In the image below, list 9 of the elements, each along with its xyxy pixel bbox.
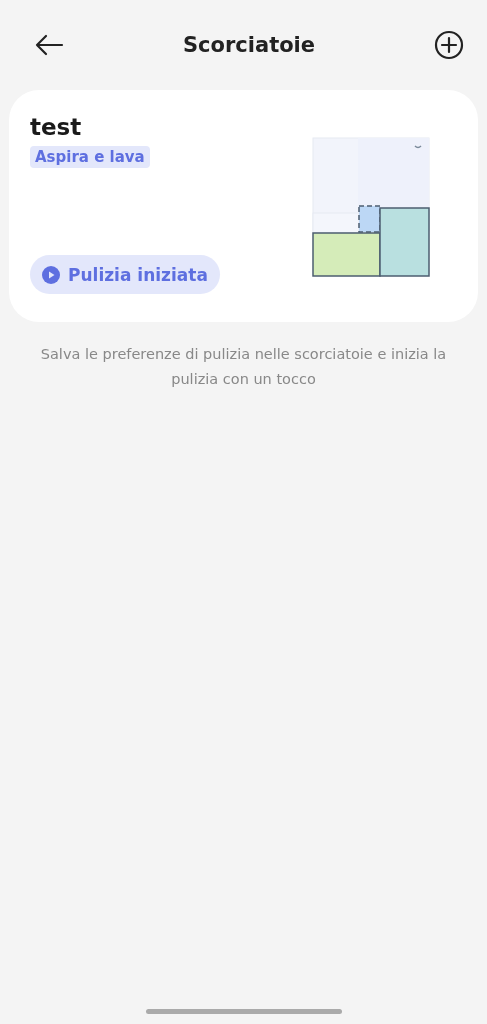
shortcut-card[interactable]: test Aspira e lava Pulizia iniziata xyxy=(9,90,478,322)
add-icon[interactable] xyxy=(434,30,464,60)
play-icon xyxy=(42,265,60,284)
shortcut-name: test xyxy=(30,113,82,142)
start-cleaning-button[interactable]: Pulizia iniziata xyxy=(30,255,220,294)
description-text: Salva le preferenze di pulizia nelle scorciatoie e inizia la pulizia con un tocco xyxy=(39,345,448,389)
back-icon[interactable] xyxy=(34,34,64,56)
mode-tag: Aspira e lava xyxy=(30,146,150,168)
page-title: Scorciatoie xyxy=(182,33,316,57)
